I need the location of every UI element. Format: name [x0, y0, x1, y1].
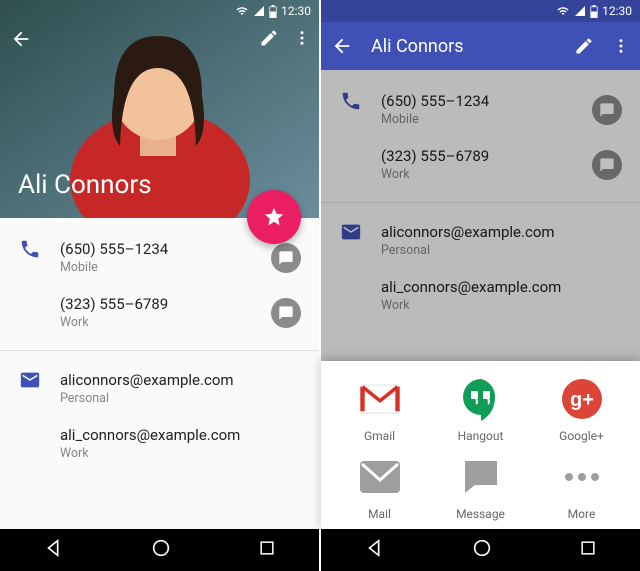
- phone-number: (650) 555–1234: [381, 92, 592, 110]
- email-address: aliconnors@example.com: [60, 371, 301, 389]
- share-label: More: [568, 507, 596, 521]
- hangout-icon: [459, 377, 503, 421]
- battery-icon: [269, 5, 277, 18]
- status-bar: 12:30: [321, 0, 640, 22]
- nav-back[interactable]: [364, 537, 386, 563]
- phone-number: (323) 555–6789: [60, 295, 271, 313]
- phone-number: (323) 555–6789: [381, 147, 592, 165]
- app-bar: 12:30 Ali Connors: [321, 0, 640, 70]
- email-label: Work: [60, 446, 301, 461]
- edit-button[interactable]: [574, 36, 594, 56]
- nav-recent[interactable]: [578, 538, 598, 562]
- wifi-icon: [235, 5, 249, 17]
- wifi-icon: [556, 5, 570, 17]
- mail-icon: [321, 217, 381, 327]
- phone-section: (650) 555–1234 Mobile (323) 555–6789 Wor…: [0, 234, 319, 344]
- email-label: Work: [381, 298, 622, 313]
- email-section: aliconnors@example.com Personal ali_conn…: [0, 350, 319, 475]
- hero: 12:30 Ali Connors: [0, 0, 319, 218]
- nav-back[interactable]: [43, 537, 65, 563]
- share-label: Hangout: [458, 429, 504, 443]
- share-gplus[interactable]: g+ Google+: [537, 377, 627, 443]
- more-icon: [560, 455, 604, 499]
- nav-bar: [321, 529, 640, 571]
- email-row[interactable]: ali_connors@example.com Work: [60, 420, 311, 475]
- share-mail[interactable]: Mail: [335, 455, 425, 521]
- nav-home[interactable]: [471, 537, 493, 563]
- phone-label: Work: [60, 315, 271, 330]
- status-bar: 12:30: [0, 0, 319, 22]
- message-icon[interactable]: [592, 95, 622, 125]
- phone-section: (650) 555–1234 Mobile (323) 555–6789 Wor…: [321, 86, 640, 196]
- contact-name: Ali Connors: [18, 170, 152, 200]
- nav-recent[interactable]: [257, 538, 277, 562]
- gmail-icon: [358, 377, 402, 421]
- contact-share-screen: 12:30 Ali Connors: [321, 0, 640, 571]
- message-icon[interactable]: [271, 298, 301, 328]
- clock: 12:30: [281, 4, 311, 18]
- contact-detail-screen: 12:30 Ali Connors (650) 555–: [0, 0, 319, 571]
- edit-button[interactable]: [259, 28, 279, 48]
- overflow-menu[interactable]: [612, 36, 630, 56]
- phone-label: Mobile: [381, 112, 592, 127]
- email-address: aliconnors@example.com: [381, 223, 622, 241]
- appbar-title: Ali Connors: [371, 36, 556, 57]
- share-gmail[interactable]: Gmail: [335, 377, 425, 443]
- share-label: Gmail: [364, 429, 395, 443]
- clock: 12:30: [602, 4, 632, 18]
- mail-icon: [0, 365, 60, 475]
- phone-row[interactable]: (650) 555–1234 Mobile: [381, 86, 632, 141]
- email-row[interactable]: ali_connors@example.com Work: [381, 272, 632, 327]
- back-button[interactable]: [10, 28, 32, 50]
- nav-home[interactable]: [150, 537, 172, 563]
- email-row[interactable]: aliconnors@example.com Personal: [381, 217, 632, 272]
- email-label: Personal: [60, 391, 301, 406]
- share-label: Mail: [368, 507, 391, 521]
- svg-text:g+: g+: [570, 389, 594, 411]
- share-sheet: Gmail Hangout g+ Google+ Mail: [321, 361, 640, 529]
- gplus-icon: g+: [560, 377, 604, 421]
- email-address: ali_connors@example.com: [381, 278, 622, 296]
- signal-icon: [574, 5, 586, 17]
- phone-number: (650) 555–1234: [60, 240, 271, 258]
- overflow-menu[interactable]: [293, 28, 311, 48]
- phone-label: Work: [381, 167, 592, 182]
- nav-bar: [0, 529, 319, 571]
- phone-row[interactable]: (323) 555–6789 Work: [60, 289, 311, 344]
- share-hangout[interactable]: Hangout: [436, 377, 526, 443]
- favorite-fab[interactable]: [247, 190, 301, 244]
- share-message[interactable]: Message: [436, 455, 526, 521]
- mail-app-icon: [358, 455, 402, 499]
- phone-label: Mobile: [60, 260, 271, 275]
- phone-icon: [0, 234, 60, 344]
- message-app-icon: [459, 455, 503, 499]
- phone-row[interactable]: (323) 555–6789 Work: [381, 141, 632, 196]
- message-icon[interactable]: [271, 243, 301, 273]
- contact-details: (650) 555–1234 Mobile (323) 555–6789 Wor…: [0, 218, 319, 529]
- share-more[interactable]: More: [537, 455, 627, 521]
- message-icon[interactable]: [592, 150, 622, 180]
- share-label: Message: [456, 507, 505, 521]
- phone-icon: [321, 86, 381, 196]
- back-button[interactable]: [331, 35, 353, 57]
- email-row[interactable]: aliconnors@example.com Personal: [60, 365, 311, 420]
- email-address: ali_connors@example.com: [60, 426, 301, 444]
- email-label: Personal: [381, 243, 622, 258]
- email-section: aliconnors@example.com Personal ali_conn…: [321, 202, 640, 327]
- battery-icon: [590, 5, 598, 18]
- signal-icon: [253, 5, 265, 17]
- share-label: Google+: [559, 429, 604, 443]
